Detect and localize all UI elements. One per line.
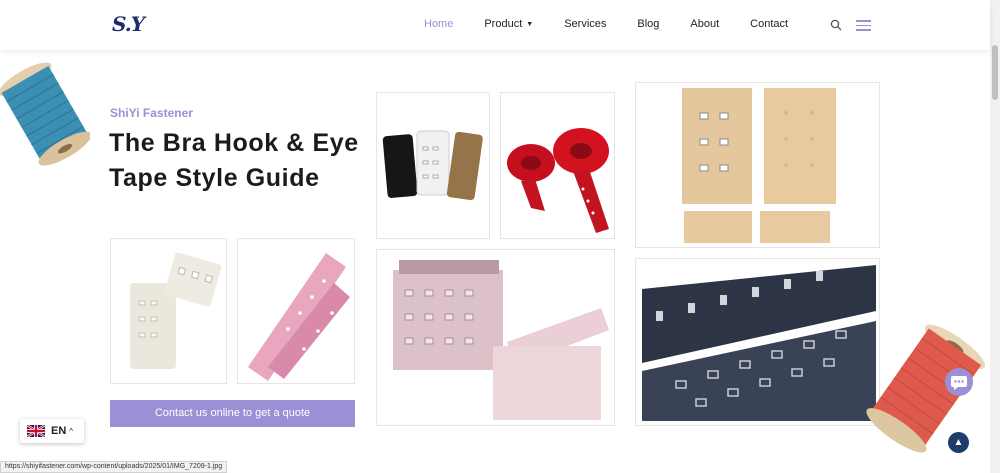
back-to-top-button[interactable]: ▲ bbox=[948, 432, 969, 453]
chat-bubble-icon bbox=[951, 376, 967, 390]
nav-product-label: Product bbox=[484, 18, 523, 30]
beige-hooks-image bbox=[682, 88, 836, 243]
pink-hook-tape-image bbox=[393, 260, 609, 420]
chevron-up-icon: ▲ bbox=[953, 437, 964, 448]
logo[interactable]: S.Y bbox=[112, 12, 145, 36]
color-hooks-image bbox=[382, 130, 483, 201]
navy-hook-tape-image bbox=[642, 265, 876, 421]
product-image-pink-hook-tape[interactable] bbox=[376, 249, 615, 426]
scrollbar[interactable] bbox=[990, 0, 1000, 473]
header-icons bbox=[830, 17, 871, 34]
product-image-white-hook-eye[interactable] bbox=[110, 238, 227, 384]
nav-home[interactable]: Home bbox=[424, 18, 453, 30]
product-image-navy-hook-tape[interactable] bbox=[635, 258, 880, 426]
chevron-up-icon: ^ bbox=[69, 426, 74, 436]
caret-down-icon: ▼ bbox=[526, 21, 534, 28]
product-image-pink-tape[interactable] bbox=[237, 238, 355, 384]
product-image-color-hooks[interactable] bbox=[376, 92, 490, 239]
product-image-beige-hooks[interactable] bbox=[635, 82, 880, 248]
red-tape-image bbox=[507, 128, 609, 233]
nav-about[interactable]: About bbox=[690, 18, 719, 30]
nav-blog[interactable]: Blog bbox=[637, 18, 659, 30]
white-hook-eye-image bbox=[130, 252, 222, 369]
product-image-red-tape[interactable] bbox=[500, 92, 615, 239]
blue-thread-spool-image bbox=[0, 62, 90, 166]
contact-quote-button[interactable]: Contact us online to get a quote bbox=[110, 400, 355, 427]
uk-flag-icon bbox=[27, 425, 45, 437]
nav-services[interactable]: Services bbox=[564, 18, 606, 30]
language-code: EN bbox=[51, 425, 67, 437]
pink-tape-image bbox=[248, 253, 350, 381]
nav-contact[interactable]: Contact bbox=[750, 18, 788, 30]
chat-button[interactable] bbox=[945, 368, 973, 396]
site-header: S.Y Home Product ▼ Services Blog About Co… bbox=[0, 0, 990, 50]
main-nav: Home Product ▼ Services Blog About Contac… bbox=[424, 18, 819, 30]
status-bar-url: https://shiyifastener.com/wp-content/upl… bbox=[0, 461, 228, 473]
nav-product[interactable]: Product ▼ bbox=[484, 18, 533, 30]
scrollbar-thumb[interactable] bbox=[992, 45, 998, 100]
brand-name: ShiYi Fastener bbox=[110, 106, 193, 120]
page-title: The Bra Hook & Eye Tape Style Guide bbox=[109, 129, 359, 192]
search-icon[interactable] bbox=[830, 19, 842, 31]
menu-icon[interactable] bbox=[856, 17, 871, 34]
language-selector[interactable]: EN ^ bbox=[20, 419, 84, 443]
